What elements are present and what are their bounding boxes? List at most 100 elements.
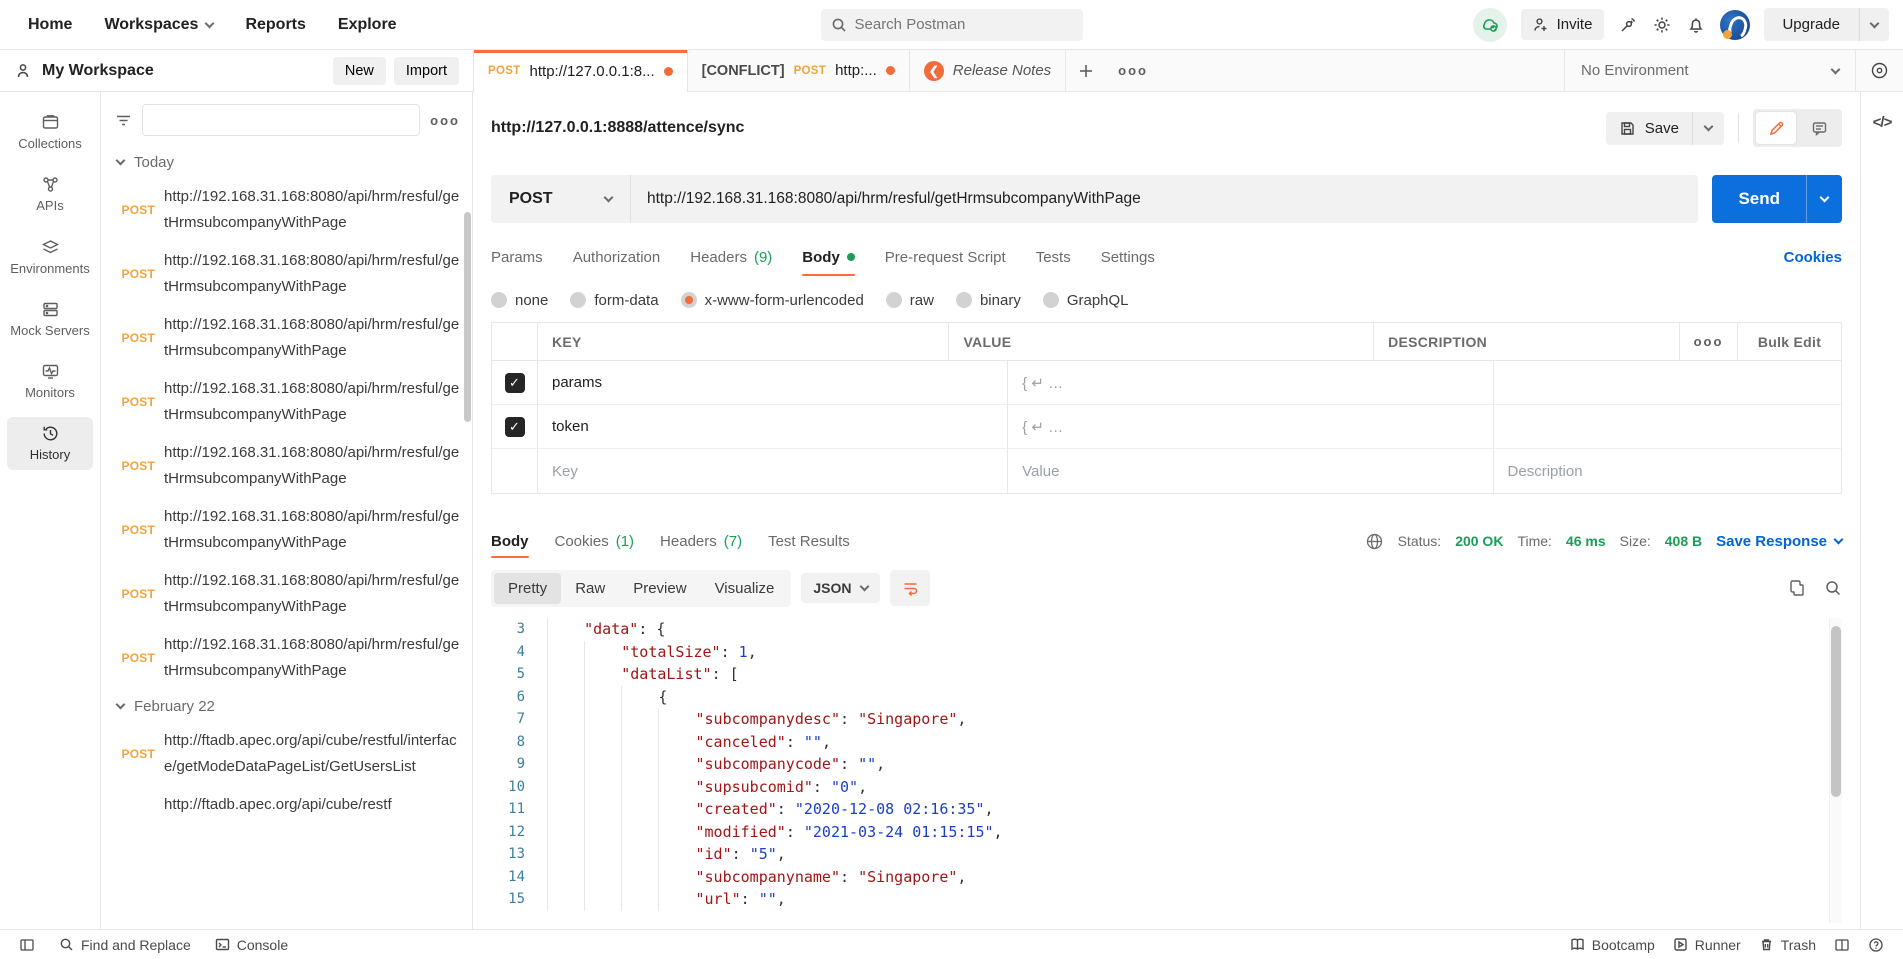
- response-tab-body[interactable]: Body: [491, 520, 529, 562]
- console-button[interactable]: Console: [206, 930, 297, 959]
- request-tab-tests[interactable]: Tests: [1036, 234, 1071, 280]
- environment-selector[interactable]: No Environment: [1565, 62, 1855, 79]
- row-key[interactable]: params: [538, 361, 1008, 404]
- import-button[interactable]: Import: [394, 57, 459, 85]
- row-value[interactable]: { ↵ …: [1008, 361, 1493, 404]
- body-type-raw[interactable]: raw: [886, 292, 934, 309]
- sidebar-toggle-button[interactable]: [10, 930, 44, 959]
- row-key[interactable]: token: [538, 405, 1008, 448]
- sidebar-item-mock-servers[interactable]: Mock Servers: [7, 293, 93, 345]
- body-type-none[interactable]: none: [491, 292, 548, 309]
- view-mode-preview[interactable]: Preview: [619, 573, 700, 604]
- body-type-graphql[interactable]: GraphQL: [1043, 292, 1129, 309]
- filter-icon[interactable]: [115, 112, 132, 129]
- size-value[interactable]: 408 B: [1665, 533, 1702, 549]
- format-selector[interactable]: JSON: [801, 573, 880, 603]
- history-item[interactable]: http://ftadb.apec.org/api/cube/restf: [107, 786, 468, 824]
- bulk-edit-button[interactable]: Bulk Edit: [1737, 323, 1841, 360]
- view-mode-raw[interactable]: Raw: [561, 573, 619, 604]
- sidebar-item-collections[interactable]: Collections: [7, 106, 93, 158]
- api-network-icon[interactable]: [1618, 15, 1638, 35]
- new-tab-button[interactable]: [1066, 50, 1106, 91]
- response-tab-headers[interactable]: Headers(7): [660, 520, 742, 562]
- runner-button[interactable]: Runner: [1664, 930, 1750, 959]
- status-value[interactable]: 200 OK: [1455, 533, 1503, 549]
- row-description[interactable]: [1494, 405, 1841, 448]
- request-tab-body[interactable]: Body: [802, 234, 855, 280]
- response-scrollbar[interactable]: [1829, 618, 1842, 923]
- scrollbar-thumb[interactable]: [1831, 626, 1841, 797]
- find-and-replace-button[interactable]: Find and Replace: [50, 930, 200, 959]
- new-button[interactable]: New: [333, 57, 386, 85]
- key-placeholder[interactable]: Key: [538, 449, 1008, 493]
- history-more-actions-icon[interactable]: ooo: [430, 114, 460, 127]
- send-button[interactable]: Send: [1712, 175, 1806, 223]
- history-item[interactable]: POSThttp://192.168.31.168:8080/api/hrm/r…: [107, 626, 468, 690]
- row-description[interactable]: [1494, 361, 1841, 404]
- history-item[interactable]: POSThttp://ftadb.apec.org/api/cube/restf…: [107, 722, 468, 786]
- tab-request-1[interactable]: POST http://127.0.0.1:8...: [474, 50, 688, 92]
- sidebar-scrollbar[interactable]: [464, 212, 471, 422]
- sidebar-item-apis[interactable]: APIs: [7, 168, 93, 220]
- tab-request-2[interactable]: [CONFLICT] POST http:...: [688, 50, 910, 91]
- method-selector[interactable]: POST: [491, 175, 631, 223]
- view-mode-visualize[interactable]: Visualize: [701, 573, 789, 604]
- save-button[interactable]: Save: [1606, 112, 1692, 145]
- response-body-viewer[interactable]: 3 "data": {4 "totalSize": 1,5 "dataList"…: [491, 618, 1842, 923]
- sidebar-item-history[interactable]: History: [7, 417, 93, 469]
- history-item[interactable]: POSThttp://192.168.31.168:8080/api/hrm/r…: [107, 562, 468, 626]
- value-placeholder[interactable]: Value: [1008, 449, 1493, 493]
- trash-button[interactable]: Trash: [1750, 930, 1825, 959]
- request-tab-pre-request-script[interactable]: Pre-request Script: [885, 234, 1006, 280]
- sidebar-item-environments[interactable]: Environments: [7, 231, 93, 283]
- row-checkbox[interactable]: ✓: [505, 373, 525, 393]
- history-item[interactable]: POSThttp://192.168.31.168:8080/api/hrm/r…: [107, 242, 468, 306]
- body-type-binary[interactable]: binary: [956, 292, 1021, 309]
- row-checkbox[interactable]: ✓: [505, 417, 525, 437]
- view-mode-pretty[interactable]: Pretty: [494, 573, 561, 604]
- request-tab-headers[interactable]: Headers(9): [690, 234, 772, 280]
- edit-mode-button[interactable]: [1756, 112, 1796, 144]
- comments-button[interactable]: [1799, 112, 1839, 144]
- row-value[interactable]: { ↵ …: [1008, 405, 1493, 448]
- network-globe-icon[interactable]: [1365, 532, 1384, 551]
- save-response-button[interactable]: Save Response: [1716, 533, 1842, 550]
- copy-icon[interactable]: [1788, 579, 1806, 597]
- request-tab-authorization[interactable]: Authorization: [573, 234, 661, 280]
- table-options-button[interactable]: ooo: [1679, 323, 1737, 360]
- global-search[interactable]: [821, 9, 1083, 41]
- history-filter-input[interactable]: [142, 104, 420, 136]
- history-item[interactable]: POSThttp://192.168.31.168:8080/api/hrm/r…: [107, 306, 468, 370]
- notifications-bell-icon[interactable]: [1686, 15, 1706, 35]
- upgrade-button[interactable]: Upgrade: [1764, 8, 1859, 41]
- nav-item-explore[interactable]: Explore: [324, 7, 411, 43]
- settings-gear-icon[interactable]: [1652, 15, 1672, 35]
- body-type-x-www-form-urlencoded[interactable]: x-www-form-urlencoded: [681, 292, 864, 309]
- sidebar-item-monitors[interactable]: Monitors: [7, 355, 93, 407]
- nav-item-workspaces[interactable]: Workspaces: [90, 7, 227, 43]
- cookies-link[interactable]: Cookies: [1784, 234, 1842, 280]
- wrap-lines-button[interactable]: [890, 570, 930, 606]
- environment-quick-look-button[interactable]: [1855, 50, 1903, 91]
- send-dropdown-button[interactable]: [1806, 175, 1842, 223]
- tab-options-button[interactable]: ooo: [1106, 50, 1160, 91]
- history-item[interactable]: POSThttp://192.168.31.168:8080/api/hrm/r…: [107, 434, 468, 498]
- tab-release-notes[interactable]: ❮ Release Notes: [910, 50, 1066, 91]
- response-tab-cookies[interactable]: Cookies(1): [555, 520, 635, 562]
- code-snippet-icon[interactable]: </>: [1873, 114, 1892, 131]
- request-tab-params[interactable]: Params: [491, 234, 543, 280]
- help-button[interactable]: [1859, 930, 1893, 959]
- history-item[interactable]: POSThttp://192.168.31.168:8080/api/hrm/r…: [107, 498, 468, 562]
- time-value[interactable]: 46 ms: [1566, 533, 1606, 549]
- nav-item-home[interactable]: Home: [14, 7, 86, 43]
- split-pane-button[interactable]: [1825, 930, 1859, 959]
- history-item[interactable]: POSThttp://192.168.31.168:8080/api/hrm/r…: [107, 178, 468, 242]
- search-input[interactable]: [855, 16, 1073, 33]
- request-url-input[interactable]: [631, 190, 1698, 208]
- avatar[interactable]: [1720, 10, 1750, 40]
- search-response-icon[interactable]: [1824, 579, 1842, 597]
- sync-status-button[interactable]: [1473, 8, 1507, 42]
- invite-button[interactable]: Invite: [1521, 9, 1605, 40]
- workspace-title[interactable]: My Workspace: [42, 62, 154, 80]
- history-section-header[interactable]: Today: [107, 146, 468, 178]
